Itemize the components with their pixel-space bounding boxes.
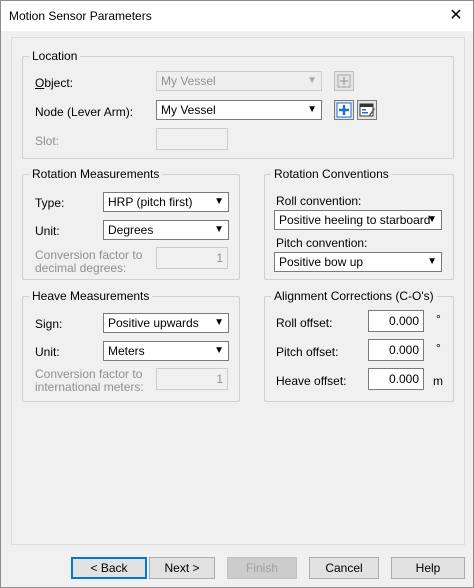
heave-unit-value: Meters (108, 344, 145, 358)
slot-field[interactable] (156, 128, 228, 150)
rotation-conversion-label-2: decimal degrees: (35, 261, 127, 275)
chevron-down-icon: ▼ (214, 317, 224, 328)
pitch-offset-field[interactable]: 0.000 (368, 339, 424, 361)
rotation-unit-label: Unit: (35, 224, 60, 238)
chevron-down-icon: ▼ (214, 345, 224, 356)
roll-offset-unit: ° (436, 312, 441, 326)
heave-offset-field[interactable]: 0.000 (368, 368, 424, 390)
back-button[interactable]: < Back (71, 557, 147, 579)
content-panel: Location Object: My Vessel ▼ Node (Lever… (11, 37, 465, 545)
rotation-unit-dropdown[interactable]: Degrees ▼ (103, 220, 229, 240)
plus-icon (337, 74, 351, 88)
title-bar: Motion Sensor Parameters ✕ (1, 1, 473, 31)
rotation-measurements-title: Rotation Measurements (29, 167, 163, 181)
slot-label: Slot: (35, 134, 60, 148)
alignment-corrections-title: Alignment Corrections (C-O's) (271, 289, 437, 303)
node-value: My Vessel (161, 103, 216, 117)
heave-offset-label: Heave offset: (276, 374, 347, 388)
location-group-title: Location (29, 49, 81, 63)
heave-measurements-title: Heave Measurements (29, 289, 153, 303)
chevron-down-icon: ▼ (307, 75, 317, 86)
heave-offset-unit: m (433, 374, 443, 388)
rotation-conversion-field[interactable]: 1 (156, 247, 228, 269)
cancel-button[interactable]: Cancel (309, 557, 379, 579)
rotation-conventions-title: Rotation Conventions (271, 167, 392, 181)
edit-node-button[interactable] (357, 100, 377, 120)
close-icon[interactable]: ✕ (445, 5, 467, 27)
pitch-convention-dropdown[interactable]: Positive bow up ▼ (274, 252, 442, 272)
object-label: Object: (35, 76, 74, 90)
heave-sign-dropdown[interactable]: Positive upwards ▼ (103, 313, 229, 333)
heave-sign-label: Sign: (35, 317, 63, 331)
rotation-conversion-label-1: Conversion factor to (35, 248, 143, 262)
next-button[interactable]: Next > (149, 557, 215, 579)
rotation-type-dropdown[interactable]: HRP (pitch first) ▼ (103, 192, 229, 212)
help-button[interactable]: Help (391, 557, 465, 579)
pitch-convention-label: Pitch convention: (276, 236, 368, 250)
roll-convention-label: Roll convention: (276, 194, 362, 208)
chevron-down-icon: ▼ (214, 224, 224, 235)
rotation-unit-value: Degrees (108, 223, 154, 237)
chevron-down-icon: ▼ (427, 214, 437, 225)
object-dropdown[interactable]: My Vessel ▼ (156, 71, 322, 91)
plus-icon (336, 102, 352, 118)
rotation-type-label: Type: (35, 196, 65, 210)
node-dropdown[interactable]: My Vessel ▼ (156, 100, 322, 120)
object-value: My Vessel (161, 74, 216, 88)
chevron-down-icon: ▼ (427, 256, 437, 267)
roll-convention-value: Positive heeling to starboard (279, 213, 431, 227)
heave-conversion-field[interactable]: 1 (156, 368, 228, 390)
pitch-offset-label: Pitch offset: (276, 345, 339, 359)
heave-unit-dropdown[interactable]: Meters ▼ (103, 341, 229, 361)
roll-offset-field[interactable]: 0.000 (368, 310, 424, 332)
dialog-window: Motion Sensor Parameters ✕ Location Obje… (0, 0, 474, 588)
roll-convention-dropdown[interactable]: Positive heeling to starboard ▼ (274, 210, 442, 230)
heave-unit-label: Unit: (35, 345, 60, 359)
heave-conversion-label-2: international meters: (35, 380, 144, 394)
chevron-down-icon: ▼ (307, 104, 317, 115)
add-object-button[interactable] (334, 71, 354, 91)
heave-conversion-label-1: Conversion factor to (35, 367, 143, 381)
object-label-text: bject: (44, 76, 74, 90)
roll-offset-label: Roll offset: (276, 316, 333, 330)
rotation-type-value: HRP (pitch first) (108, 195, 193, 209)
node-label: Node (Lever Arm): (35, 105, 134, 119)
edit-properties-icon (359, 103, 375, 117)
pitch-convention-value: Positive bow up (279, 255, 364, 269)
finish-button[interactable]: Finish (227, 557, 297, 579)
window-title: Motion Sensor Parameters (9, 9, 152, 23)
heave-sign-value: Positive upwards (108, 316, 199, 330)
chevron-down-icon: ▼ (214, 196, 224, 207)
add-node-button[interactable] (334, 100, 354, 120)
pitch-offset-unit: ° (436, 341, 441, 355)
